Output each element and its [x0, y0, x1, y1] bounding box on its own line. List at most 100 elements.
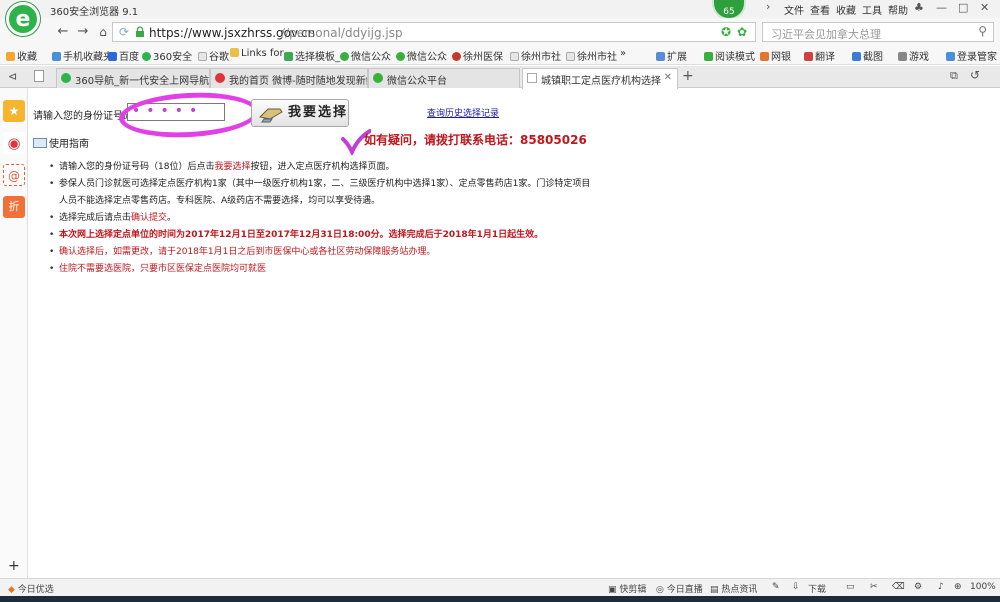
list-item: 住院不需要选医院，只要市区医保定点医院均可就医: [49, 261, 609, 278]
bookmark-item[interactable]: 徐州医保: [452, 48, 503, 63]
restore-tab-icon[interactable]: [34, 70, 44, 82]
bookmark-item[interactable]: Links for: [230, 48, 284, 59]
book-icon: [704, 52, 713, 61]
games-button[interactable]: 游戏: [898, 48, 929, 63]
bookmark-item[interactable]: 手机收藏夹: [52, 48, 113, 63]
online-banking-button[interactable]: 网银: [760, 48, 791, 63]
extensions-button[interactable]: 扩展: [656, 48, 687, 63]
page-icon: [527, 73, 537, 83]
tool-icon[interactable]: ✎: [772, 582, 780, 592]
user-icon: [946, 52, 955, 61]
phone-notice: 如有疑问，请拨打联系电话：85805026: [364, 133, 587, 147]
bookmark-item[interactable]: 收藏: [6, 48, 37, 63]
bookmark-item[interactable]: 微信公众: [396, 48, 447, 63]
grid-icon: [656, 52, 665, 61]
undo-close-icon[interactable]: ↺: [970, 68, 980, 82]
search-icon[interactable]: ⚲: [978, 24, 987, 38]
bookmark-item[interactable]: 徐州市社: [566, 48, 617, 63]
security-status-icon[interactable]: ✿: [737, 25, 747, 39]
menu-favorites[interactable]: 收藏: [836, 2, 856, 17]
bookmark-item[interactable]: 选择模板_: [284, 48, 340, 63]
skin-icon[interactable]: ♣: [914, 1, 924, 14]
lock-icon: [136, 26, 144, 37]
history-query-link[interactable]: 查询历史选择记录: [427, 106, 499, 119]
baidu-icon: [108, 52, 117, 61]
page-icon: [566, 52, 575, 61]
notification-badge[interactable]: 65: [712, 0, 746, 20]
clip-icon: ▣: [608, 585, 617, 595]
favorites-sidebar-icon[interactable]: ★: [3, 100, 25, 122]
minimize-icon[interactable]: —: [936, 1, 947, 14]
live-today-button[interactable]: ◎ 今日直播: [656, 582, 703, 595]
browser-logo-icon[interactable]: e: [6, 2, 40, 36]
page-icon: [510, 52, 519, 61]
screenshot-button[interactable]: 截图: [852, 48, 883, 63]
add-sidebar-icon[interactable]: +: [8, 558, 20, 574]
back-icon[interactable]: ←: [54, 23, 72, 41]
weibo-icon: [215, 73, 225, 83]
usage-guide-heading: 使用指南: [33, 135, 89, 150]
bank-icon: [760, 52, 769, 61]
login-manager-button[interactable]: 登录管家: [946, 48, 997, 63]
mail-sidebar-icon[interactable]: @: [3, 164, 25, 186]
today-picks-button[interactable]: ◆ 今日优选: [8, 582, 54, 595]
gamepad-icon: [898, 52, 907, 61]
download-icon[interactable]: ⇩: [792, 582, 800, 592]
template-icon: [284, 52, 293, 61]
sidebar-toggle-icon[interactable]: ⊲: [8, 70, 17, 83]
screen-icon[interactable]: ▭: [846, 582, 855, 592]
downloads-button[interactable]: 下载: [808, 582, 826, 595]
page-content: 请输入您的身份证号码 ••••• 我要选择 查询历史选择记录 如有疑问，请拨打联…: [29, 89, 1000, 578]
close-tab-icon[interactable]: ✕: [664, 72, 672, 83]
360-icon: [61, 73, 71, 83]
quick-clip-button[interactable]: ▣ 快剪辑: [608, 582, 646, 595]
zoom-icon[interactable]: ⊕: [954, 582, 962, 592]
page-icon: [198, 52, 207, 61]
bookmark-item[interactable]: 百度: [108, 48, 139, 63]
os-taskbar: [0, 596, 1000, 602]
weibo-sidebar-icon[interactable]: ◉: [3, 132, 25, 154]
title-bar: e 360安全浏览器 9.1 65 文件 查看 收藏 工具 帮助 ♣ — □ ✕…: [0, 0, 1000, 36]
zoom-level[interactable]: 100%: [970, 582, 996, 592]
menu-view[interactable]: 查看: [810, 2, 830, 17]
translate-button[interactable]: 翻译: [804, 48, 835, 63]
tab-360-nav[interactable]: 360导航_新一代安全上网导航: [56, 68, 210, 88]
cut-icon[interactable]: ✂: [870, 582, 878, 592]
hot-news-button[interactable]: ▤ 热点资讯: [710, 582, 757, 595]
settings-icon[interactable]: ⚙: [914, 582, 922, 592]
url-field[interactable]: ⟳ https://www.jsxzhrss.gov.cn //personal…: [112, 22, 756, 42]
bookmark-item[interactable]: 徐州市社: [510, 48, 561, 63]
tab-weibo[interactable]: 我的首页 微博-随时随地发现新鲜: [210, 68, 368, 88]
bookmarks-more-button[interactable]: »: [620, 48, 626, 59]
list-item: 请输入您的身份证号码（18位）后点击我要选择按钮，进入定点医疗机构选择页面。: [49, 159, 609, 176]
tab-list-icon[interactable]: ⧉: [950, 69, 958, 83]
close-window-icon[interactable]: ✕: [980, 1, 989, 14]
tab-wechat-platform[interactable]: 微信公众平台: [368, 68, 520, 88]
list-item: 选择完成后请点击确认提交。: [49, 210, 609, 227]
chevron-right-icon[interactable]: ›: [766, 0, 770, 13]
360-icon: [142, 52, 151, 61]
menu-help[interactable]: 帮助: [888, 2, 908, 17]
menu-file[interactable]: 文件: [784, 2, 804, 17]
choose-button[interactable]: 我要选择: [251, 99, 349, 127]
discount-sidebar-icon[interactable]: 折: [3, 196, 25, 218]
wechat-icon: [340, 52, 349, 61]
forward-icon[interactable]: →: [74, 23, 92, 41]
bookmark-item[interactable]: 360安全: [142, 48, 192, 63]
menu-tools[interactable]: 工具: [862, 2, 882, 17]
volume-icon[interactable]: ♪: [938, 582, 944, 592]
phone-icon: [52, 52, 61, 61]
maximize-icon[interactable]: □: [958, 1, 968, 14]
reading-mode-button[interactable]: 阅读模式: [704, 48, 755, 63]
search-input[interactable]: 习近平会见加拿大总理 ⚲: [762, 22, 994, 42]
bookmark-item[interactable]: 谷歌: [198, 48, 229, 63]
new-tab-button[interactable]: +: [682, 68, 694, 84]
home-icon[interactable]: ⌂: [94, 23, 112, 41]
speed-mode-icon[interactable]: ✪: [721, 25, 731, 39]
clean-icon[interactable]: ⌫: [892, 582, 905, 592]
news-icon: ▤: [710, 585, 719, 595]
bookmark-item[interactable]: 微信公众: [340, 48, 391, 63]
wechat-icon: [396, 52, 405, 61]
tab-medical-selection[interactable]: 城镇职工定点医疗机构选择 ✕: [522, 68, 678, 89]
reload-icon[interactable]: ⟳: [119, 25, 129, 39]
